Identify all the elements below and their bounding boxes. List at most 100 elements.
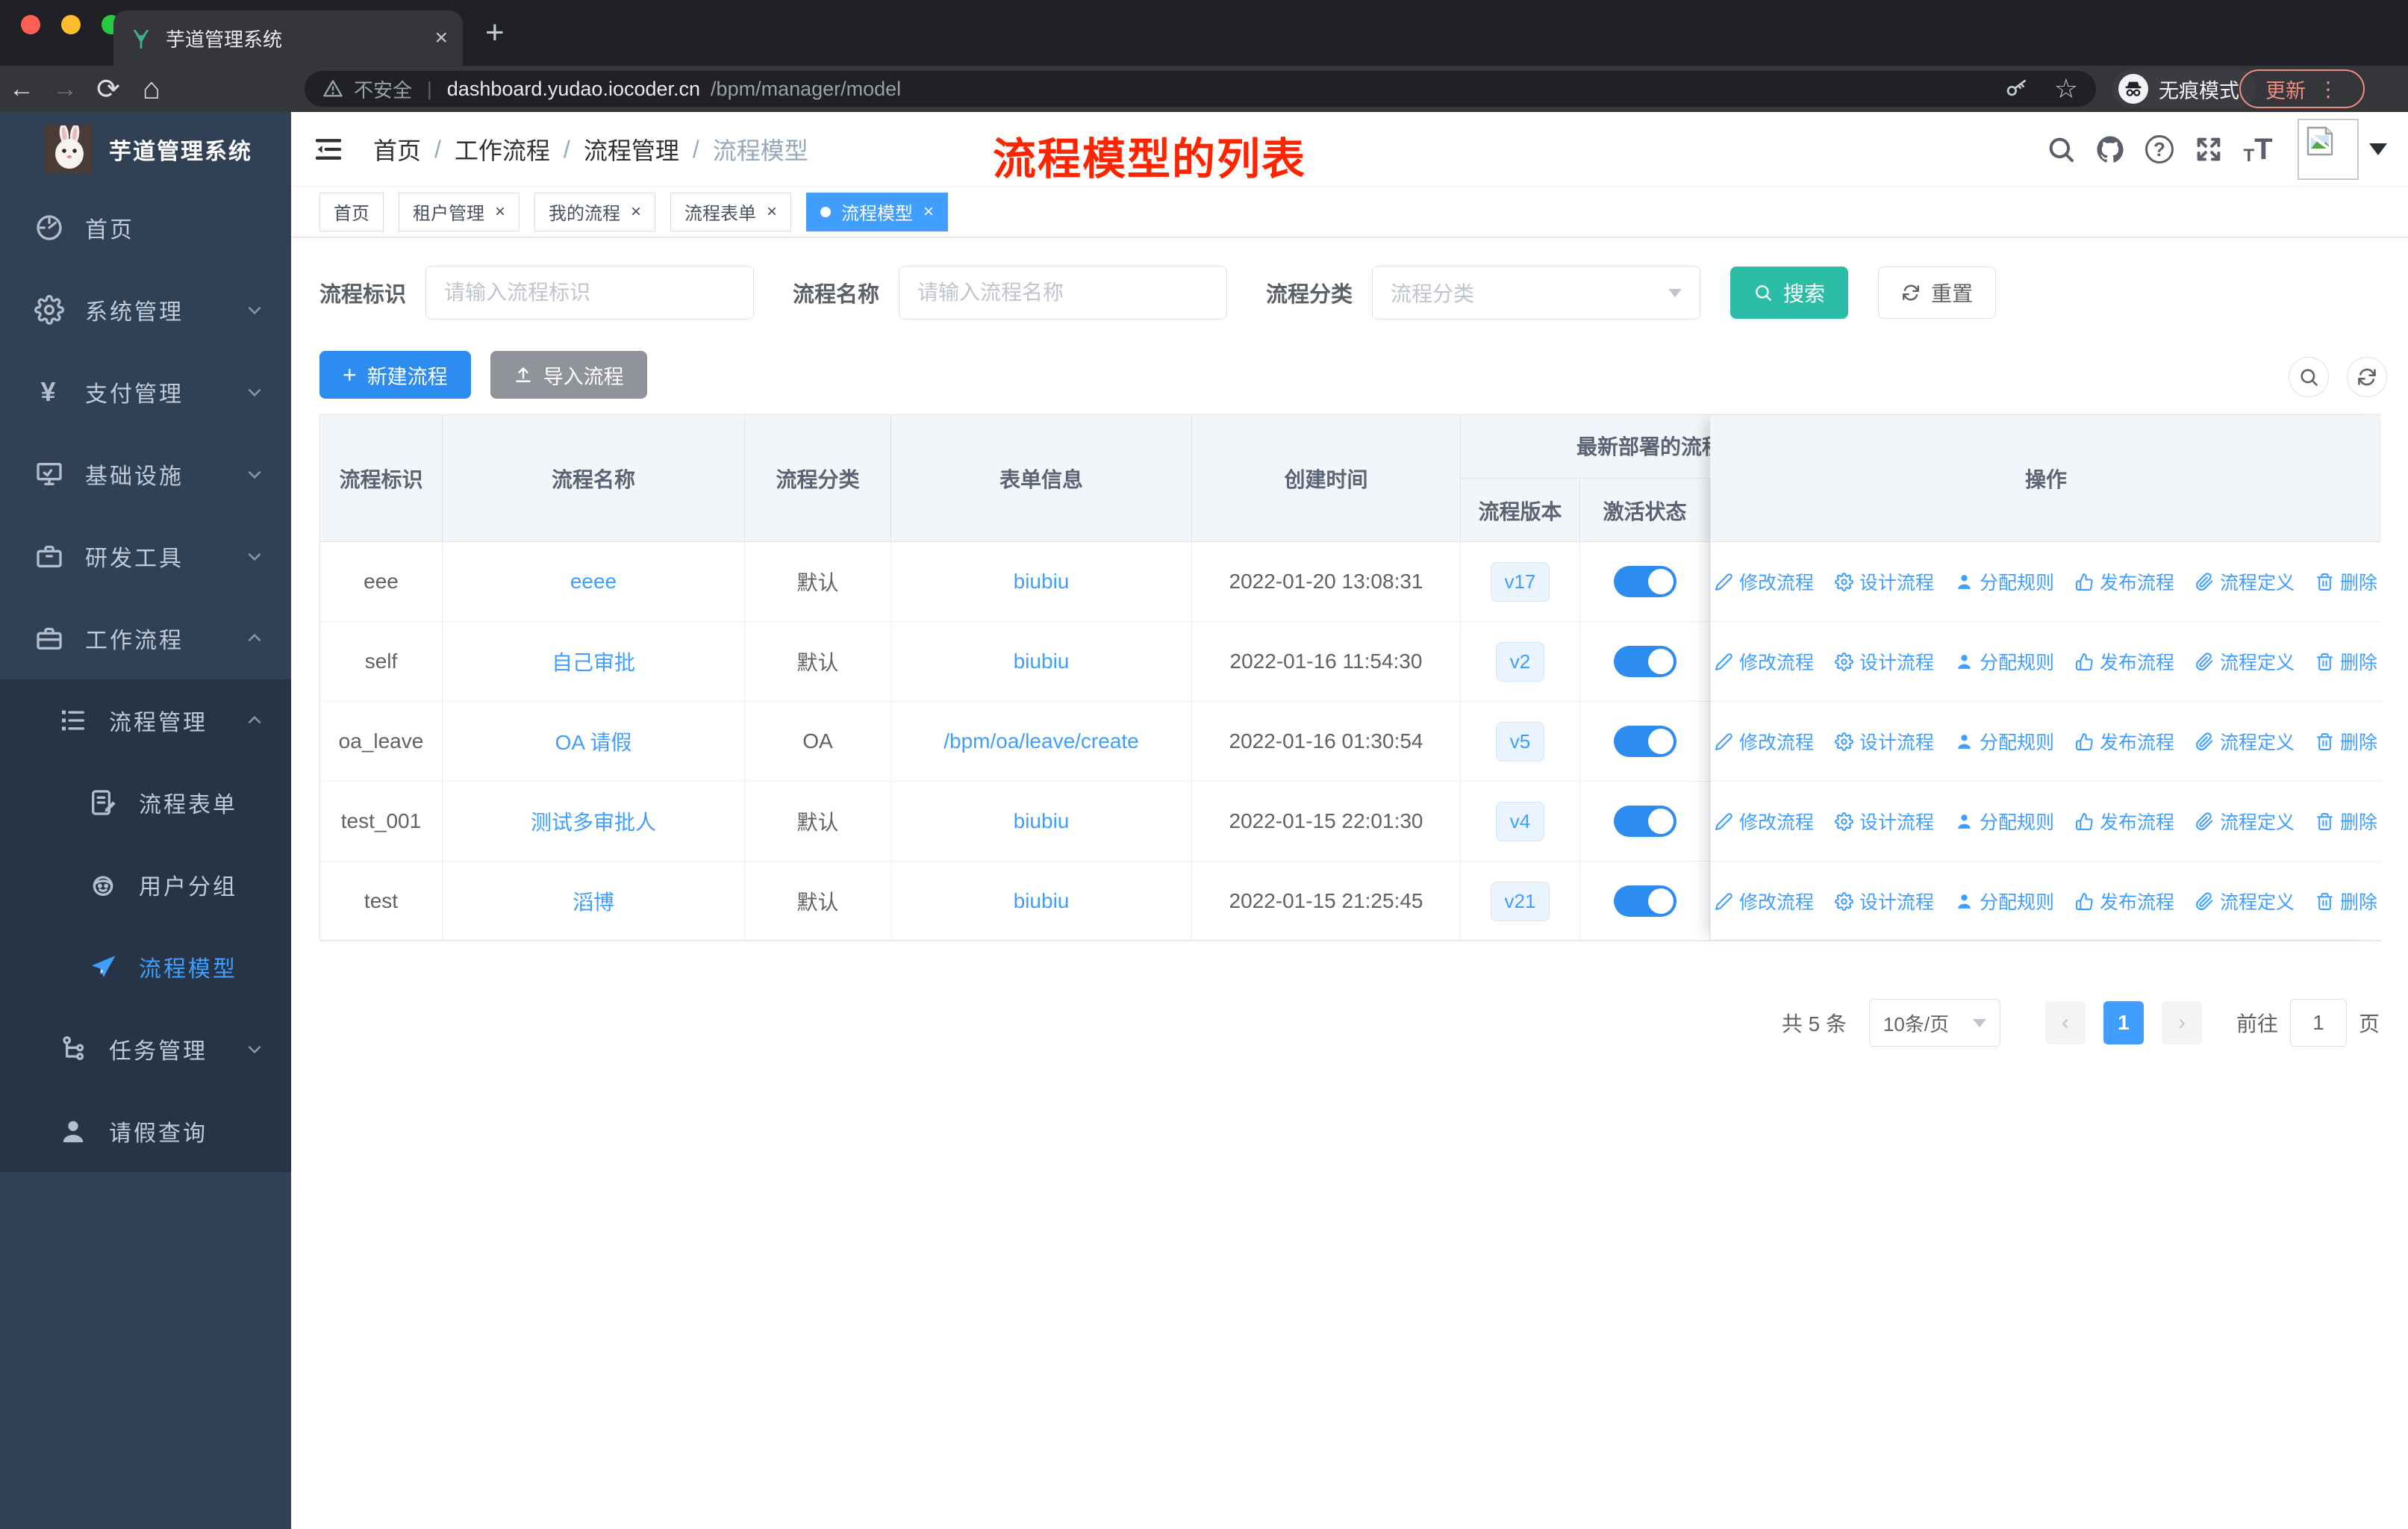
sidebar-item-workflow[interactable]: 工作流程 <box>0 597 291 679</box>
form-info-link[interactable]: /bpm/oa/leave/create <box>943 729 1139 753</box>
tag-my-process[interactable]: 我的流程 × <box>534 192 656 231</box>
process-definition-link[interactable]: 流程定义 <box>2195 648 2295 675</box>
sidebar-item-infrastructure[interactable]: 基础设施 <box>0 433 291 515</box>
publish-process-link[interactable]: 发布流程 <box>2075 728 2174 755</box>
assign-rule-link[interactable]: 分配规则 <box>1955 808 2054 835</box>
design-process-link[interactable]: 设计流程 <box>1835 728 1934 755</box>
publish-process-link[interactable]: 发布流程 <box>2075 888 2174 915</box>
refresh-table-button[interactable] <box>2347 357 2387 397</box>
prev-page-button[interactable]: ‹ <box>2044 1001 2086 1044</box>
modify-process-link[interactable]: 修改流程 <box>1715 648 1814 675</box>
process-category-select[interactable]: 流程分类 <box>1372 266 1701 320</box>
publish-process-link[interactable]: 发布流程 <box>2075 648 2174 675</box>
assign-rule-link[interactable]: 分配规则 <box>1955 888 2054 915</box>
help-icon[interactable]: ? <box>2135 135 2184 164</box>
active-toggle[interactable] <box>1613 806 1676 837</box>
search-button[interactable]: 搜索 <box>1730 267 1849 319</box>
form-info-link[interactable]: biubiu <box>1014 889 1070 913</box>
publish-process-link[interactable]: 发布流程 <box>2075 568 2174 595</box>
active-toggle[interactable] <box>1613 566 1676 597</box>
sidebar-item-dev-tools[interactable]: 研发工具 <box>0 515 291 597</box>
sidebar-item-process-form[interactable]: 流程表单 <box>0 762 291 844</box>
tag-process-form[interactable]: 流程表单 × <box>670 192 792 231</box>
close-window-button[interactable] <box>21 15 40 34</box>
window-controls[interactable] <box>21 15 121 34</box>
close-icon[interactable]: × <box>631 202 641 222</box>
bookmark-star-icon[interactable]: ☆ <box>2054 73 2078 105</box>
delete-link[interactable]: 删除 <box>2315 728 2377 755</box>
modify-process-link[interactable]: 修改流程 <box>1715 888 1814 915</box>
sidebar-item-leave-query[interactable]: 请假查询 <box>0 1090 291 1172</box>
process-definition-link[interactable]: 流程定义 <box>2195 568 2295 595</box>
design-process-link[interactable]: 设计流程 <box>1835 568 1934 595</box>
tab-close-icon[interactable]: × <box>434 25 448 51</box>
font-size-icon[interactable]: TT <box>2233 133 2283 166</box>
close-icon[interactable]: × <box>923 202 934 222</box>
process-name-link[interactable]: 自己审批 <box>552 647 635 676</box>
modify-process-link[interactable]: 修改流程 <box>1715 808 1814 835</box>
home-icon[interactable]: ⌂ <box>130 72 173 106</box>
reload-icon[interactable]: ⟳ <box>87 72 130 106</box>
process-name-link[interactable]: 测试多审批人 <box>531 806 656 836</box>
import-process-button[interactable]: 导入流程 <box>490 351 647 399</box>
app-logo-row[interactable]: 芋道管理系统 <box>0 112 291 187</box>
search-icon[interactable] <box>2036 134 2086 164</box>
delete-link[interactable]: 删除 <box>2315 808 2377 835</box>
assign-rule-link[interactable]: 分配规则 <box>1955 648 2054 675</box>
browser-menu-icon[interactable]: ⋮ <box>2318 77 2339 102</box>
security-label[interactable]: 不安全 <box>354 75 412 103</box>
sidebar-item-payment[interactable]: ¥ 支付管理 <box>0 351 291 433</box>
sidebar-item-task-management[interactable]: 任务管理 <box>0 1008 291 1090</box>
fullscreen-icon[interactable] <box>2184 134 2233 164</box>
process-definition-link[interactable]: 流程定义 <box>2195 888 2295 915</box>
create-process-button[interactable]: + 新建流程 <box>319 351 471 399</box>
design-process-link[interactable]: 设计流程 <box>1835 808 1934 835</box>
reset-button[interactable]: 重置 <box>1878 267 1997 319</box>
key-icon[interactable] <box>2005 77 2029 101</box>
delete-link[interactable]: 删除 <box>2315 888 2377 915</box>
form-info-link[interactable]: biubiu <box>1014 650 1070 673</box>
modify-process-link[interactable]: 修改流程 <box>1715 728 1814 755</box>
sidebar-item-process-model[interactable]: 流程模型 <box>0 926 291 1008</box>
tag-process-model[interactable]: 流程模型 × <box>806 192 949 231</box>
current-page[interactable]: 1 <box>2103 1001 2144 1044</box>
sidebar-item-home[interactable]: 首页 <box>0 187 291 269</box>
process-key-input[interactable] <box>425 266 755 320</box>
design-process-link[interactable]: 设计流程 <box>1835 888 1934 915</box>
avatar-caret-icon[interactable] <box>2369 143 2387 155</box>
avatar[interactable] <box>2298 119 2359 180</box>
tag-tenant[interactable]: 租户管理 × <box>399 192 520 231</box>
delete-link[interactable]: 删除 <box>2315 568 2377 595</box>
browser-tab[interactable]: 芋道管理系统 × <box>113 10 463 66</box>
minimize-window-button[interactable] <box>61 15 81 34</box>
close-icon[interactable]: × <box>767 202 777 222</box>
breadcrumb-workflow[interactable]: 工作流程 <box>455 132 550 166</box>
next-page-button[interactable]: › <box>2161 1001 2202 1044</box>
new-tab-button[interactable]: + <box>485 16 505 49</box>
publish-process-link[interactable]: 发布流程 <box>2075 808 2174 835</box>
design-process-link[interactable]: 设计流程 <box>1835 648 1934 675</box>
active-toggle[interactable] <box>1613 726 1676 757</box>
process-name-link[interactable]: 滔博 <box>573 886 614 916</box>
sidebar-fold-icon[interactable] <box>314 134 343 164</box>
update-button[interactable]: 更新 ⋮ <box>2239 69 2365 108</box>
show-search-button[interactable] <box>2289 357 2329 397</box>
goto-page-input[interactable] <box>2289 999 2347 1047</box>
sidebar-item-user-group[interactable]: 用户分组 <box>0 844 291 926</box>
process-name-link[interactable]: OA 请假 <box>555 726 632 756</box>
process-definition-link[interactable]: 流程定义 <box>2195 808 2295 835</box>
process-name-link[interactable]: eeee <box>570 570 617 594</box>
process-definition-link[interactable]: 流程定义 <box>2195 728 2295 755</box>
page-size-select[interactable]: 10条/页 <box>1868 999 2000 1047</box>
sidebar-item-process-management[interactable]: 流程管理 <box>0 679 291 762</box>
assign-rule-link[interactable]: 分配规则 <box>1955 568 2054 595</box>
forward-icon[interactable]: → <box>43 75 87 104</box>
close-icon[interactable]: × <box>495 202 505 222</box>
tag-home[interactable]: 首页 <box>319 192 384 231</box>
delete-link[interactable]: 删除 <box>2315 648 2377 675</box>
active-toggle[interactable] <box>1613 646 1676 677</box>
address-bar[interactable]: 不安全 | dashboard.yudao.iocoder.cn/bpm/man… <box>305 71 2096 107</box>
back-icon[interactable]: ← <box>0 75 43 104</box>
active-toggle[interactable] <box>1613 885 1676 917</box>
breadcrumb-home[interactable]: 首页 <box>373 132 421 166</box>
